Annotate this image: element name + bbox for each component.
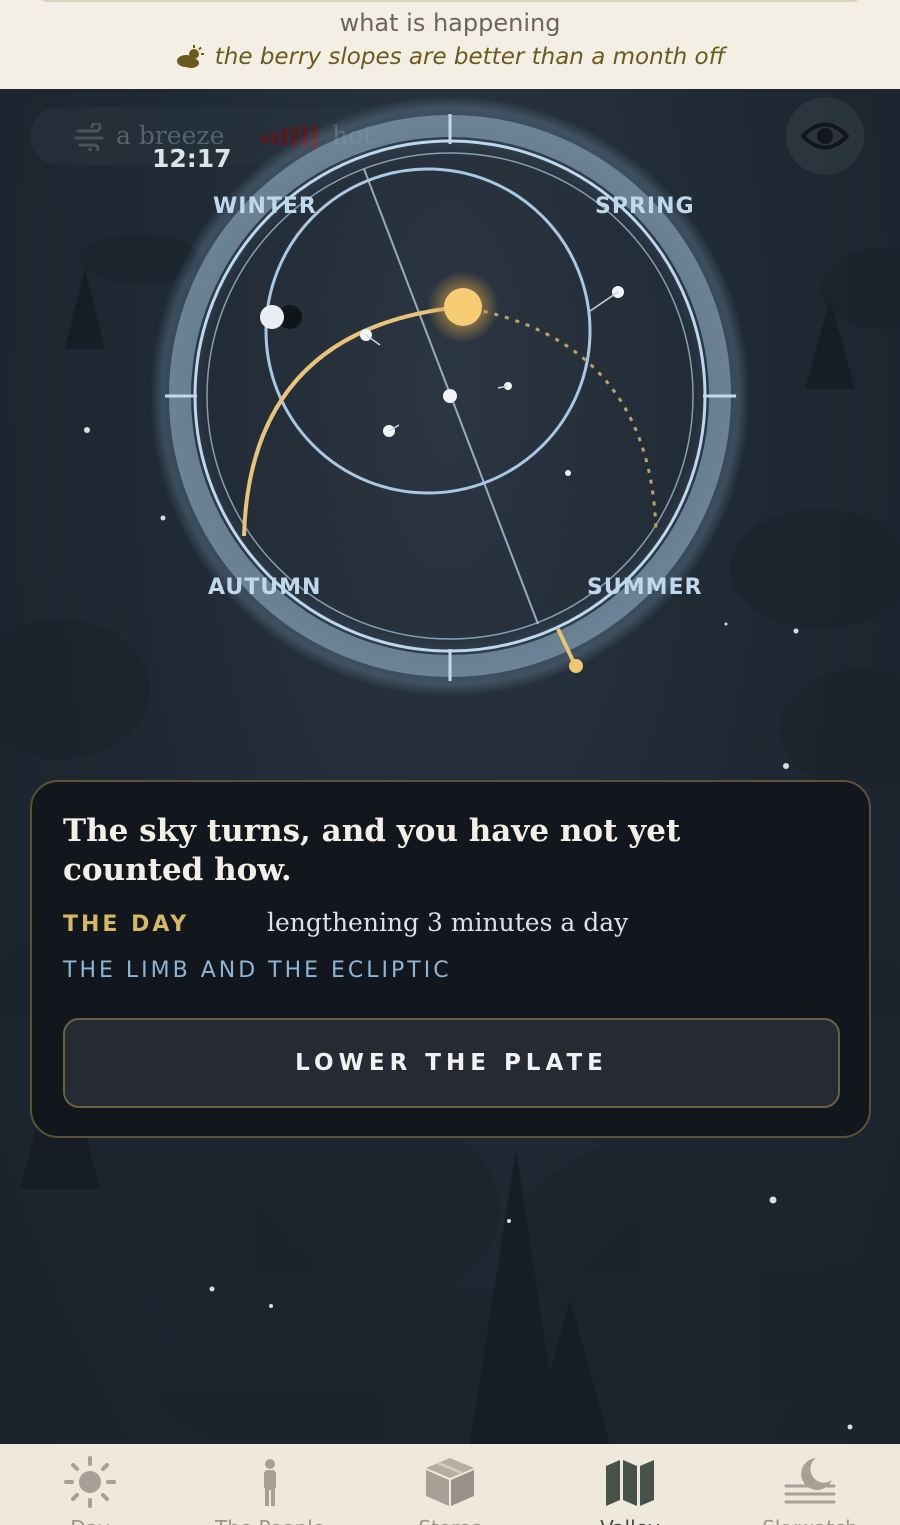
banner-note-text: the berry slopes are better than a month… xyxy=(214,44,726,70)
bottom-nav: Day The People Stores xyxy=(0,1444,900,1525)
sun-icon xyxy=(64,1456,116,1508)
tab-label: Valley xyxy=(540,1516,720,1525)
day-label: THE DAY xyxy=(63,912,190,937)
visibility-toggle-button[interactable] xyxy=(786,97,864,175)
person-icon xyxy=(264,1459,276,1506)
banner-note: the berry slopes are better than a month… xyxy=(0,44,900,70)
tab-valley[interactable]: Valley xyxy=(540,1444,720,1525)
sky-clock: 12:17 xyxy=(152,144,232,173)
moon-horizon-icon xyxy=(784,1458,836,1504)
tab-label: Stores xyxy=(360,1516,540,1525)
partly-cloudy-icon xyxy=(176,45,204,68)
limb-ecliptic-label[interactable]: THE LIMB AND THE ECLIPTIC xyxy=(63,958,452,983)
lower-plate-button[interactable]: LOWER THE PLATE xyxy=(63,1018,840,1108)
day-value: lengthening 3 minutes a day xyxy=(267,908,629,937)
season-summer: SUMMER xyxy=(587,575,703,600)
top-banner: what is happening the berry slopes are b… xyxy=(0,0,900,89)
season-winter: WINTER xyxy=(213,194,317,219)
tab-the-people[interactable]: The People xyxy=(180,1444,360,1525)
tab-skywatch[interactable]: Skywatch xyxy=(720,1444,900,1525)
tab-stores[interactable]: Stores xyxy=(360,1444,540,1525)
season-spring: SPRING xyxy=(595,194,695,219)
banner-pill-edge xyxy=(36,0,864,2)
tab-day[interactable]: Day xyxy=(0,1444,180,1525)
season-autumn: AUTUMN xyxy=(208,575,322,600)
astrolabe-dial[interactable] xyxy=(0,89,900,789)
valley-scene: a breeze hot 12:17 xyxy=(0,89,900,1444)
banner-heading: what is happening xyxy=(339,9,561,37)
tab-label: Day xyxy=(0,1516,180,1525)
box-icon xyxy=(426,1458,474,1506)
map-icon xyxy=(606,1460,654,1506)
card-title: The sky turns, and you have not yet coun… xyxy=(63,813,681,888)
eye-icon xyxy=(801,122,849,150)
moon-marker xyxy=(260,305,284,329)
tab-label: The People xyxy=(180,1516,360,1525)
sun-marker xyxy=(444,288,482,326)
tab-label: Skywatch xyxy=(720,1516,900,1525)
sky-info-card: The sky turns, and you have not yet coun… xyxy=(30,780,871,1138)
time-pointer-knob xyxy=(569,659,583,673)
